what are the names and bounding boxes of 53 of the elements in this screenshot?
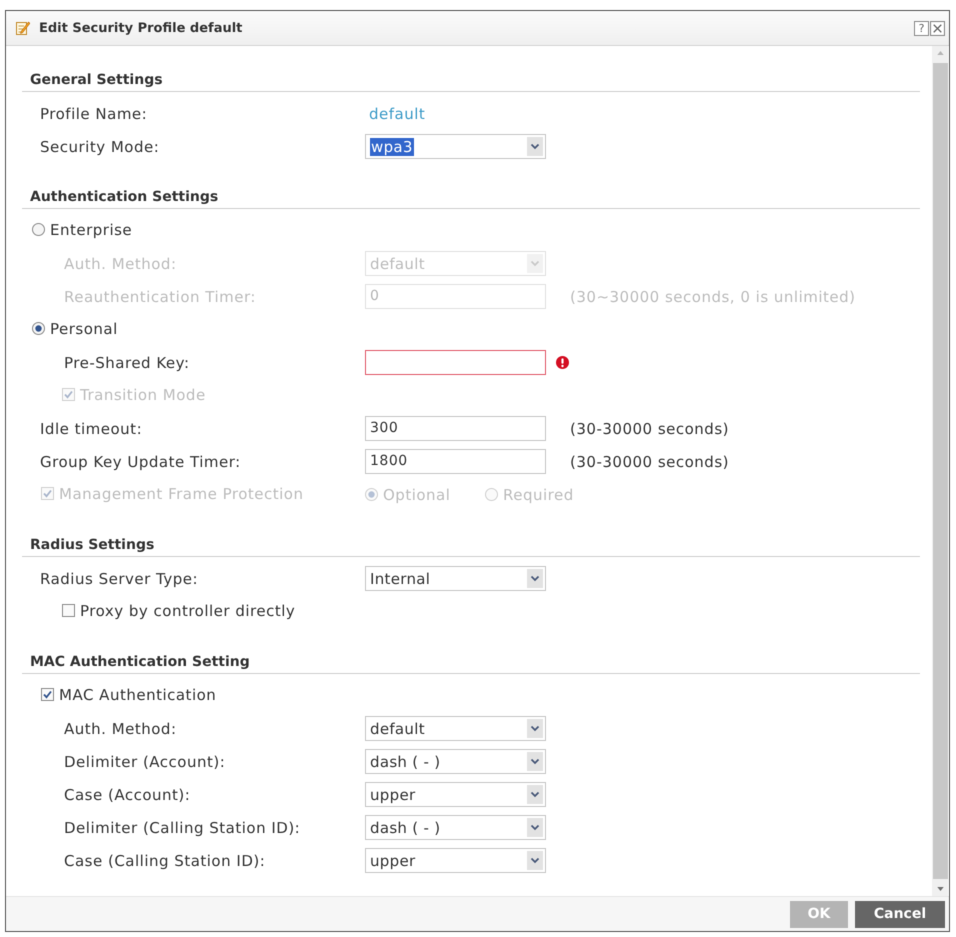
field-label: Radius Server Type: <box>40 570 198 588</box>
dropdown[interactable]: upper <box>365 848 546 873</box>
hint-text: (30-30000 seconds) <box>570 420 729 438</box>
dropdown[interactable]: wpa3 <box>365 134 546 159</box>
chevron-down-icon[interactable] <box>527 818 543 837</box>
field-label: Reauthentication Timer: <box>64 288 256 306</box>
radio-icon[interactable] <box>32 322 45 336</box>
section-heading: General Settings <box>30 72 163 88</box>
section-heading: Radius Settings <box>30 537 154 553</box>
chevron-down-icon[interactable] <box>527 569 543 588</box>
checkbox-option[interactable]: Proxy by controller directly <box>62 602 296 620</box>
field-label: Security Mode: <box>40 138 160 156</box>
field-label: Pre-Shared Key: <box>64 354 190 372</box>
field-label: Auth. Method: <box>64 254 177 272</box>
notepad-pencil-icon <box>16 21 30 35</box>
chevron-down-icon[interactable] <box>527 752 543 771</box>
input-field[interactable]: 1800 <box>365 449 546 474</box>
chevron-down-icon[interactable] <box>527 719 543 738</box>
field-value: default <box>368 104 426 122</box>
field-label: Auth. Method: <box>64 720 177 738</box>
hint-text: (30-30000 seconds) <box>570 452 729 470</box>
field-label: Case (Account): <box>64 786 190 804</box>
dialog-title: Edit Security Profile default <box>39 20 244 36</box>
input-field[interactable] <box>365 350 546 375</box>
input-field[interactable]: 300 <box>365 416 546 441</box>
radio-option[interactable]: Enterprise <box>32 220 132 239</box>
checkbox-icon[interactable] <box>62 604 75 618</box>
dropdown[interactable]: Internal <box>365 566 546 591</box>
radio-option[interactable]: Personal <box>32 320 118 338</box>
chevron-down-icon[interactable] <box>527 851 543 870</box>
field-label: Case (Calling Station ID): <box>64 852 266 870</box>
field-label: Delimiter (Account): <box>64 752 226 770</box>
dropdown[interactable]: upper <box>365 782 546 807</box>
field-label: Group Key Update Timer: <box>40 452 241 470</box>
dropdown[interactable]: default <box>365 716 546 741</box>
help-button[interactable]: ? <box>914 20 929 36</box>
chevron-down-icon[interactable] <box>527 137 543 156</box>
section-heading: MAC Authentication Setting <box>30 654 250 670</box>
checkbox-icon[interactable] <box>41 688 54 702</box>
field-label: Idle timeout: <box>40 420 142 438</box>
close-icon[interactable] <box>930 20 945 36</box>
field-label: Profile Name: <box>40 104 148 122</box>
radio-icon[interactable] <box>32 223 45 236</box>
error-icon <box>556 356 569 369</box>
scroll-down-icon[interactable] <box>936 887 944 891</box>
action-button[interactable]: Cancel <box>855 900 945 928</box>
checkbox-option[interactable]: MAC Authentication <box>41 686 216 704</box>
section-heading: Authentication Settings <box>30 189 218 205</box>
hint-text: (30~30000 seconds, 0 is unlimited) <box>570 288 856 306</box>
dropdown[interactable]: dash ( - ) <box>365 815 546 840</box>
field-label: Delimiter (Calling Station ID): <box>64 818 300 836</box>
chevron-down-icon[interactable] <box>527 785 543 804</box>
dropdown[interactable]: dash ( - ) <box>365 749 546 774</box>
